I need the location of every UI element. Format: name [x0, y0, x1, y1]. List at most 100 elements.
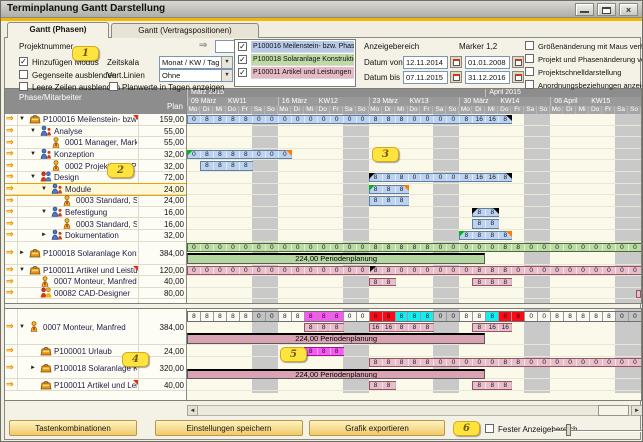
tree-row[interactable]: ⇒ ▼ P100011 Artikel und Leistungen nach 120…	[5, 264, 186, 277]
collapse-toggle[interactable]: ▼	[30, 174, 36, 180]
close-button[interactable]: ×	[619, 3, 638, 16]
option-checkbox[interactable]	[525, 54, 534, 63]
datum-bis-input[interactable]: 07.11.2015	[403, 71, 448, 84]
gantt-box[interactable]: 8 16 16	[472, 322, 513, 332]
row-arrow-icon[interactable]: ⇒	[6, 247, 14, 258]
collapse-toggle[interactable]: ▼	[30, 151, 36, 157]
row-arrow-icon[interactable]: ⇒	[6, 287, 14, 298]
gantt-bar[interactable]: 8888	[199, 161, 253, 171]
row-arrow-icon[interactable]: ⇒	[6, 345, 14, 356]
collapse-toggle[interactable]: ▼	[19, 116, 25, 122]
legend-checkbox[interactable]: ✓	[238, 42, 247, 51]
timeline-week[interactable]: 23 März KW13	[368, 97, 460, 106]
gantt-bar[interactable]: 00000000000000888880000088000000000	[187, 242, 642, 252]
tree-row[interactable]: ⇒ ▼ 0007 Monteur, Manfred 384,00	[5, 310, 186, 345]
gantt-box[interactable]: 88	[368, 277, 396, 287]
marker-bis-calendar-button[interactable]	[512, 71, 524, 83]
expand-toggle[interactable]: ►	[19, 250, 25, 256]
option-checkbox[interactable]	[525, 41, 534, 50]
expand-toggle[interactable]: ►	[30, 365, 36, 371]
legend-checkbox[interactable]: ✓	[238, 68, 247, 77]
gantt-box[interactable]: 888	[303, 346, 344, 356]
hinzufuegen-modus-checkbox[interactable]: ✓	[19, 57, 28, 66]
gantt-bar[interactable]: 88	[472, 219, 500, 229]
gantt-bar[interactable]: 888	[368, 196, 409, 206]
gantt-bar[interactable]: 88	[472, 207, 500, 218]
collapse-toggle[interactable]: ▼	[41, 209, 47, 215]
tree-row[interactable]: ⇒ 0003 Standard, Sandra 24,00	[5, 195, 186, 207]
gantt-bar[interactable]: 00000000000000880000008880000000000	[187, 265, 642, 275]
row-arrow-icon[interactable]: ⇒	[6, 362, 14, 373]
tree-row[interactable]: ⇒►P100018 Solaranlage Konstruktio320,00	[5, 357, 186, 379]
h-scrollbar[interactable]	[187, 405, 642, 416]
grafik-exportieren-button[interactable]: Grafik exportieren	[309, 420, 445, 436]
row-arrow-icon[interactable]: ⇒	[6, 195, 14, 206]
tree-row[interactable]: ⇒ ► Dokumentation 32,00	[5, 229, 186, 242]
row-arrow-icon[interactable]: ⇒	[6, 229, 14, 240]
tree-row[interactable]: ⇒ ▼ Konzeption 32,00	[5, 148, 186, 161]
gantt-box[interactable]: 888	[303, 322, 344, 332]
tree-row[interactable]: ⇒ 0001 Manager, Markus 55,00	[5, 137, 186, 149]
marker-von-input[interactable]: 01.01.2008	[465, 56, 510, 69]
gegenseite-checkbox[interactable]	[19, 70, 28, 79]
row-arrow-icon[interactable]: ⇒	[6, 264, 14, 275]
tree-row[interactable]: ⇒ 0003 Standard, Sandra 16,00	[5, 218, 186, 230]
row-arrow-icon[interactable]: ⇒	[6, 137, 14, 148]
option-checkbox[interactable]	[525, 80, 534, 89]
gantt-bar[interactable]: 0 8 8 8 8 0 0 0 0 0 0 0 0 0 8 8 8 0 0 0 0 8 16 16 8	[187, 115, 513, 125]
zeitskala-select[interactable]: Monat / KW / Tag ▼	[159, 56, 233, 69]
period-bar[interactable]: 224,00 Periodenplanung	[187, 253, 486, 264]
gantt-bar[interactable]: 888	[368, 184, 409, 194]
gantt-bar[interactable]: 8 8 8 0 0 0 0 8 16 16 8	[368, 173, 513, 183]
zeitskala-dropdown-icon[interactable]: ▼	[221, 57, 232, 68]
datum-bis-calendar-button[interactable]	[450, 71, 462, 83]
row-arrow-icon[interactable]: ⇒	[6, 218, 14, 229]
gantt-box[interactable]: 16 16 8 8 8	[368, 322, 435, 332]
period-bar[interactable]: 224,00 Periodenplanung	[187, 333, 486, 344]
planwerte-checkbox[interactable]	[109, 82, 118, 91]
zoom-slider-thumb[interactable]	[566, 424, 571, 436]
tree-row[interactable]: ⇒ P100001 Urlaub 24,00	[5, 345, 186, 357]
timeline-week[interactable]: 06 April KW15	[550, 97, 641, 106]
minimize-button[interactable]	[575, 3, 594, 16]
tastenkombinationen-button[interactable]: Tastenkombinationen	[9, 420, 137, 436]
collapse-toggle[interactable]: ▼	[19, 324, 25, 330]
row-arrow-icon[interactable]: ⇒	[6, 206, 14, 217]
row-arrow-icon[interactable]: ⇒	[6, 125, 14, 136]
row-arrow-icon[interactable]: ⇒	[6, 276, 14, 287]
tree-row[interactable]: ⇒ P100011 Artikel und Leistungen n 40,00	[5, 379, 186, 391]
scroll-right-button[interactable]: ►	[631, 405, 642, 416]
row-arrow-icon[interactable]: ⇒	[6, 321, 14, 332]
tree-row[interactable]: ⇒ ▼ Design 72,00	[5, 171, 186, 184]
tab-gantt-phasen[interactable]: Gantt (Phasen)	[7, 22, 109, 38]
gantt-bar[interactable]: 888880000088000000000	[368, 358, 642, 368]
maximize-button[interactable]	[597, 3, 616, 16]
datum-von-calendar-button[interactable]	[450, 56, 462, 68]
datum-von-input[interactable]: 12.11.2014	[403, 56, 448, 69]
legend-checkbox[interactable]: ✓	[238, 55, 247, 64]
tree-row[interactable]: ⇒ 00082 CAD-Designer 80,00	[5, 287, 186, 300]
row-arrow-icon[interactable]: ⇒	[6, 113, 14, 124]
row-arrow-icon[interactable]: ⇒	[6, 379, 14, 390]
leere-zeilen-checkbox[interactable]	[19, 82, 28, 91]
scroll-thumb[interactable]	[598, 405, 629, 416]
vertlinien-select[interactable]: Ohne ▼	[159, 69, 233, 82]
timeline-week[interactable]: 30 März KW14	[459, 97, 551, 106]
scroll-left-button[interactable]: ◄	[187, 405, 198, 416]
tree-row[interactable]: ⇒ ▼ Befestigung 16,00	[5, 206, 186, 219]
collapse-toggle[interactable]: ▼	[41, 186, 47, 192]
capacity-bar[interactable]: 88888008888800888880088888008888800	[187, 310, 642, 322]
marker-von-calendar-button[interactable]	[512, 56, 524, 68]
row-arrow-icon[interactable]: ⇒	[6, 171, 14, 182]
gantt-box[interactable]: 88	[368, 380, 396, 390]
tab-gantt-vertragspositionen[interactable]: Gantt (Vertragspositionen)	[111, 23, 259, 38]
tree-row[interactable]: ⇒ 0007 Monteur, Manfred 40,00	[5, 276, 186, 288]
gantt-box[interactable]: 888	[472, 380, 513, 390]
gantt-bar[interactable]: 08888000	[187, 149, 292, 160]
timeline-week[interactable]: 16 März KW12	[277, 97, 369, 106]
fester-anzeigebereich-checkbox[interactable]	[485, 424, 494, 433]
option-checkbox[interactable]	[525, 67, 534, 76]
gantt-bar[interactable]: 8888	[459, 231, 513, 241]
row-arrow-icon[interactable]: ⇒	[6, 183, 14, 194]
row-arrow-icon[interactable]: ⇒	[6, 148, 14, 159]
